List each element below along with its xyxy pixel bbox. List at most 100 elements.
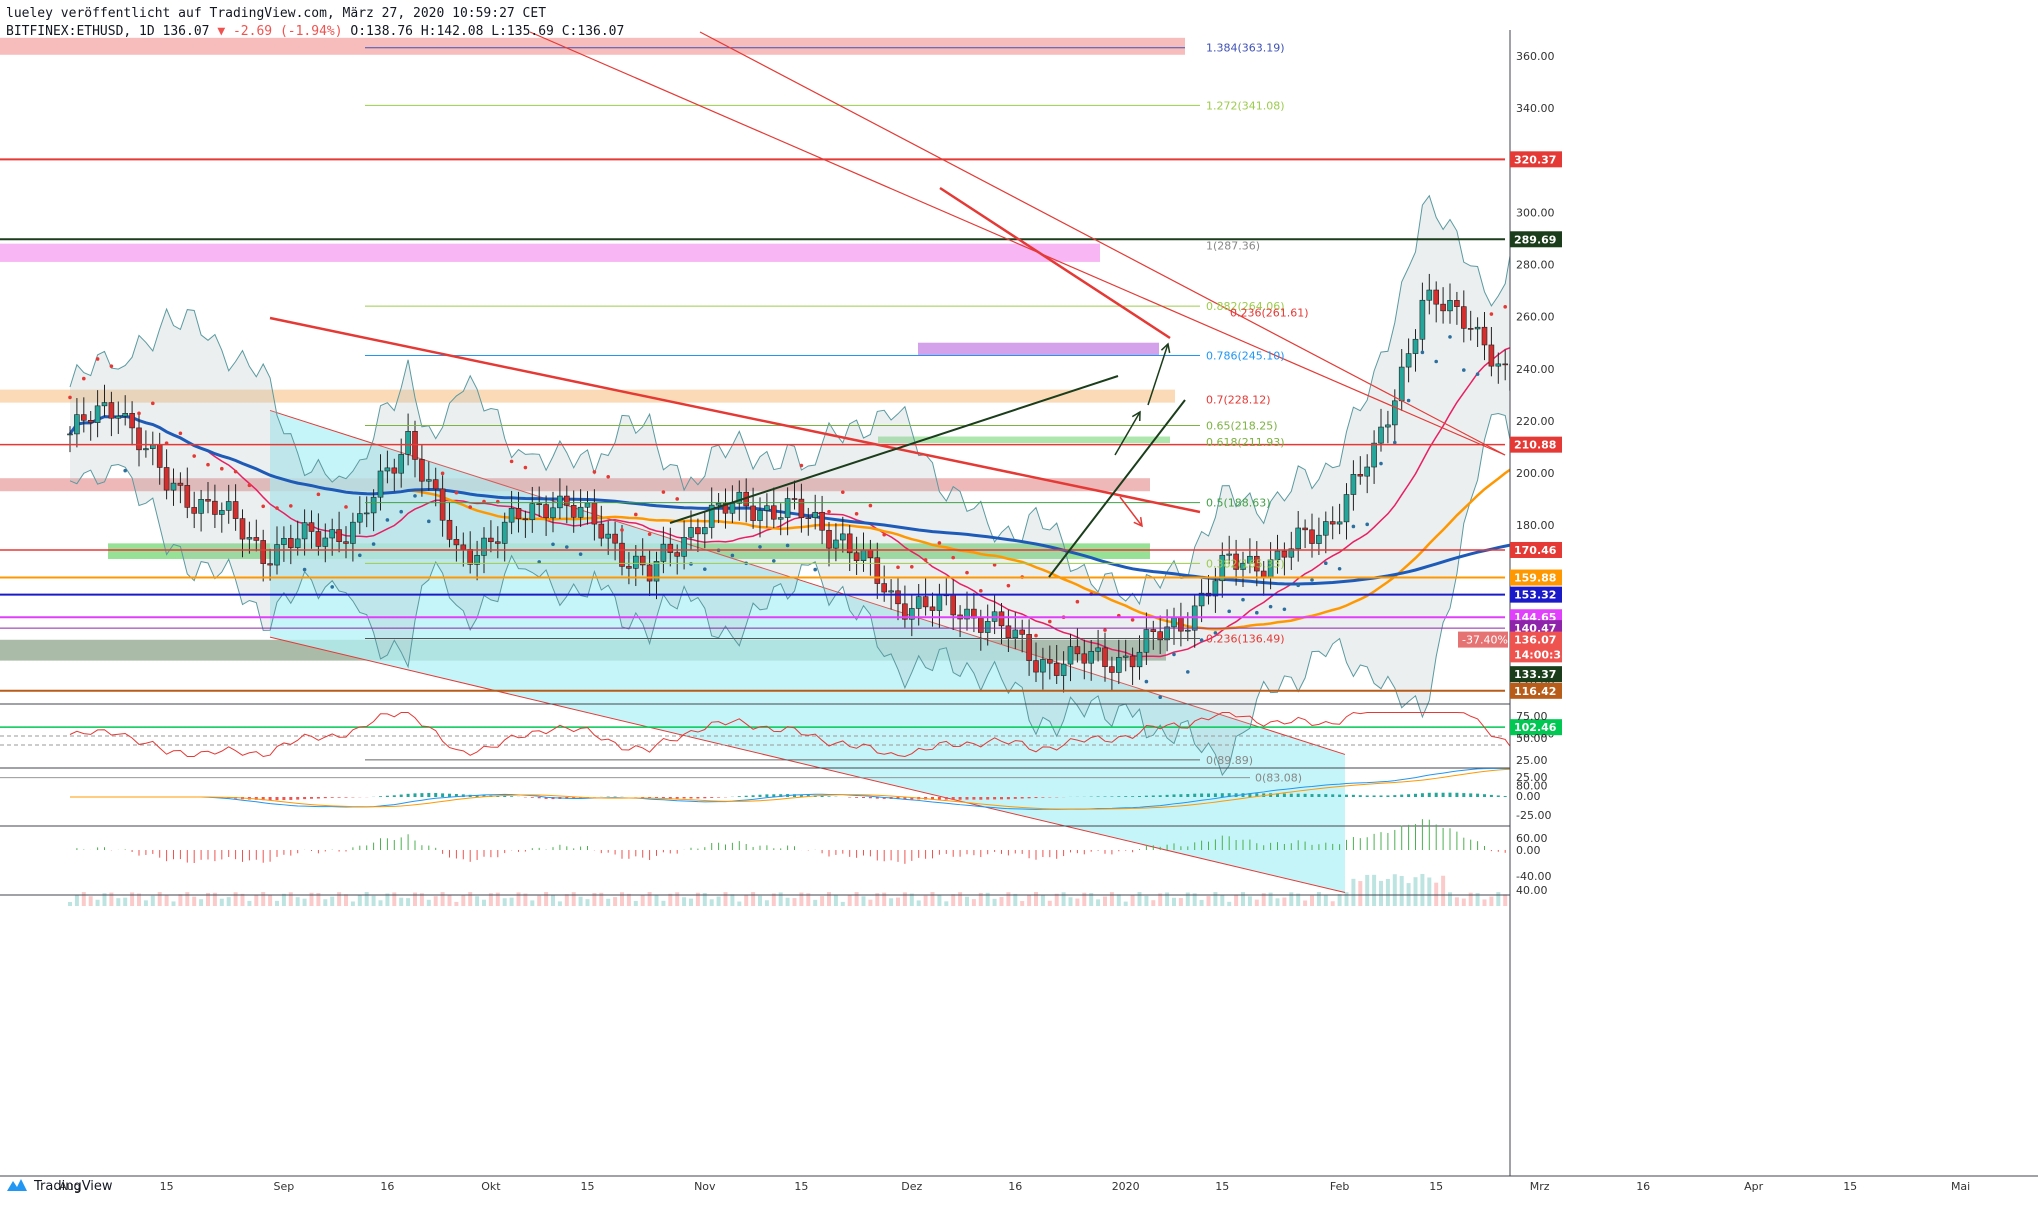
sar-dot [772, 559, 776, 563]
macd-hist [385, 795, 389, 797]
macd-hist [379, 796, 382, 797]
volume-bar [840, 901, 845, 906]
volume-bar [716, 896, 721, 906]
candle-body [1350, 474, 1357, 495]
volume-bar [1392, 874, 1397, 906]
volume-bar [378, 900, 383, 906]
macd-hist [1186, 794, 1190, 797]
candle-body [1488, 344, 1495, 367]
volume-bar [1199, 899, 1204, 906]
sar-dot [82, 376, 86, 381]
macd-hist [1331, 794, 1335, 797]
candle-body [750, 505, 756, 521]
macd-hist [1310, 794, 1314, 797]
macd-hist [1006, 797, 1010, 800]
volume-bar [1047, 900, 1052, 906]
volume-bar [1372, 874, 1377, 906]
volume-bar [254, 895, 259, 906]
candle-body [1067, 646, 1074, 665]
macd-hist [427, 792, 431, 797]
volume-bar [502, 898, 507, 906]
volume-bar [475, 896, 480, 906]
trend-line [939, 186, 1171, 340]
sar-dot [1310, 578, 1314, 582]
volume-bar [1130, 894, 1135, 906]
volume-bar [268, 895, 273, 906]
time-tick: 15 [1843, 1180, 1857, 1193]
volume-bar [965, 896, 969, 906]
candle-body [301, 522, 308, 540]
candle-body [315, 531, 322, 547]
volume-bar [1178, 898, 1183, 906]
candle-body [384, 467, 391, 472]
candle-body [184, 485, 191, 508]
rsi-tick: 25.00 [1516, 754, 1548, 767]
publish-info: lueley veröffentlicht auf TradingView.co… [6, 6, 547, 21]
volume-bar [654, 895, 659, 906]
sar-dot [1475, 372, 1480, 376]
sar-dot [385, 518, 390, 522]
macd-hist [758, 794, 762, 797]
sar-dot [647, 532, 652, 536]
tradingview-brand[interactable]: TradingView [6, 1177, 113, 1195]
candle-body [163, 467, 170, 491]
sar-dot [1379, 461, 1383, 466]
candle-body [791, 498, 798, 500]
macd-hist [1483, 794, 1486, 797]
volume-bar [1006, 892, 1011, 906]
volume-bar [551, 894, 555, 906]
volume-bar [157, 892, 162, 906]
candle-body [1405, 353, 1412, 368]
candle-body [1495, 363, 1502, 367]
candle-body [219, 510, 225, 515]
sar-dot [1393, 440, 1397, 445]
candle-body [536, 503, 543, 506]
candle-body [370, 496, 377, 514]
candle-body [356, 513, 363, 523]
macd-hist [1324, 794, 1328, 797]
volume-bar [606, 898, 611, 906]
candle-body [212, 500, 218, 515]
sar-dot [578, 552, 583, 556]
volume-bar [1034, 892, 1038, 906]
macd-hist [965, 797, 969, 800]
candle-body [156, 444, 163, 468]
fib-label: 0.236(136.49) [1206, 632, 1285, 645]
candle-body [391, 467, 398, 474]
sar-dot [275, 506, 279, 510]
price-label: 133.37 [1514, 668, 1556, 681]
macd-hist [1434, 792, 1438, 797]
candle-body [695, 527, 701, 535]
candle-body [1012, 629, 1019, 639]
sar-dot [1130, 618, 1135, 622]
volume-bar [1040, 895, 1045, 906]
sar-dot [178, 431, 183, 436]
candle-body [1129, 655, 1136, 668]
chart-canvas[interactable]: 1.384(363.19)1.272(341.08)1(287.36)0.882… [0, 0, 2038, 1206]
macd-hist [689, 797, 693, 799]
macd-hist [1441, 792, 1445, 797]
candle-body [612, 533, 618, 544]
volume-bar [1165, 892, 1170, 906]
macd-hist [1503, 796, 1507, 797]
time-tick: 16 [380, 1180, 394, 1193]
candle-body [936, 594, 943, 611]
macd-hist [1034, 797, 1038, 799]
volume-bar [392, 892, 397, 906]
candle-body [501, 521, 508, 544]
candle-body [522, 518, 529, 521]
volume-bar [1413, 877, 1418, 906]
price-axis-bg [1510, 0, 2038, 1206]
macd-hist [703, 797, 707, 799]
candle-body [688, 527, 694, 538]
candle-body [1053, 662, 1060, 676]
volume-bar [1054, 893, 1059, 906]
candle-body [660, 543, 667, 562]
volume-bar [95, 899, 100, 906]
volume-bar [1234, 894, 1239, 906]
volume-bar [1027, 895, 1032, 906]
fib-label: 0.786(245.10) [1206, 349, 1285, 362]
candle-body [439, 488, 446, 521]
macd-hist [862, 797, 865, 798]
sar-dot [1199, 638, 1204, 642]
